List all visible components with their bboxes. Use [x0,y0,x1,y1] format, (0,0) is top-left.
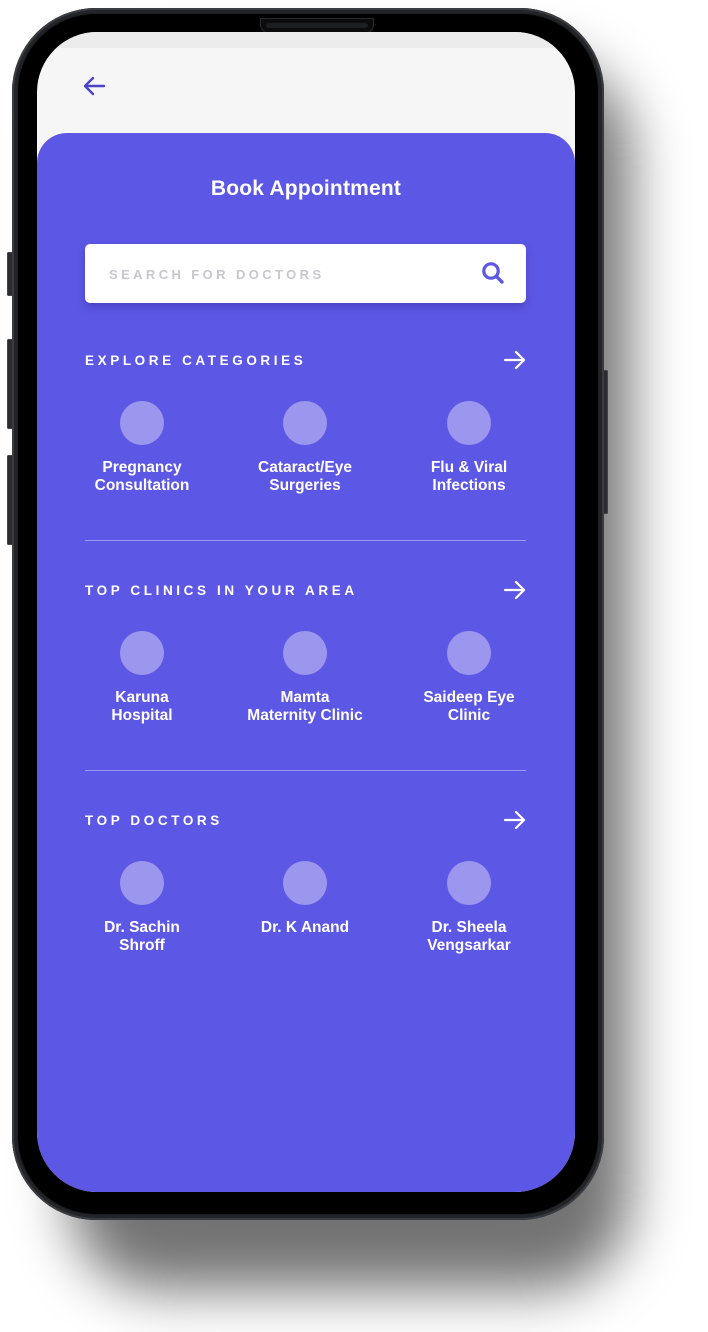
section-divider [85,540,526,541]
category-image-placeholder [120,401,164,445]
doctor-item[interactable]: Dr. K Anand [230,861,380,937]
doctor-name: Dr. Sachin Shroff [104,919,180,954]
doctor-list: Dr. Sachin Shroff Dr. K Anand Dr. Sheela… [85,861,526,971]
clinic-item[interactable]: Saideep Eye Clinic [394,631,544,725]
status-bar [37,32,575,48]
clinic-item[interactable]: Mamta Maternity Clinic [230,631,380,725]
category-item[interactable]: Flu & Viral Infections [394,401,544,495]
page-title: Book Appointment [210,177,402,200]
clinic-item[interactable]: Karuna Hospital [67,631,217,725]
section-title: TOP CLINICS IN YOUR AREA [85,583,358,598]
clinic-list: Karuna Hospital Mamta Maternity Clinic S… [85,631,526,741]
search-bar [85,244,526,305]
app-screen: Book Appointment EXPLORE CATEGORIES [37,32,575,1192]
clinic-label: Mamta Maternity Clinic [247,689,363,724]
see-all-categories-button[interactable] [502,347,528,373]
arrow-right-icon [503,580,526,600]
arrow-right-icon [503,350,526,370]
doctor-name: Dr. K Anand [260,919,350,936]
doctor-item[interactable]: Dr. Sheela Vengsarkar [394,861,544,955]
search-icon [482,262,504,284]
clinic-image-placeholder [283,631,327,675]
see-all-doctors-button[interactable] [502,807,528,833]
search-button[interactable] [480,260,506,286]
category-item[interactable]: Cataract/Eye Surgeries [230,401,380,495]
appointment-panel: Book Appointment EXPLORE CATEGORIES [37,133,575,1192]
doctor-avatar-placeholder [283,861,327,905]
doctor-name: Dr. Sheela Vengsarkar [427,919,511,954]
category-label: Flu & Viral Infections [430,459,508,494]
back-button[interactable] [77,72,111,100]
doctor-avatar-placeholder [447,861,491,905]
clinic-label: Karuna Hospital [111,689,173,724]
clinic-image-placeholder [120,631,164,675]
category-item[interactable]: Pregnancy Consultation [67,401,217,495]
see-all-clinics-button[interactable] [502,577,528,603]
arrow-right-icon [503,810,526,830]
category-list: Pregnancy Consultation Cataract/Eye Surg… [85,401,526,511]
section-title: EXPLORE CATEGORIES [85,353,307,368]
doctor-avatar-placeholder [120,861,164,905]
category-image-placeholder [283,401,327,445]
category-label: Cataract/Eye Surgeries [258,459,352,494]
arrow-left-icon [83,76,106,96]
search-input[interactable] [107,244,471,305]
clinic-label: Saideep Eye Clinic [423,689,515,724]
category-image-placeholder [447,401,491,445]
section-title: TOP DOCTORS [85,813,223,828]
clinic-image-placeholder [447,631,491,675]
doctor-item[interactable]: Dr. Sachin Shroff [67,861,217,955]
section-divider [85,770,526,771]
category-label: Pregnancy Consultation [94,459,190,494]
